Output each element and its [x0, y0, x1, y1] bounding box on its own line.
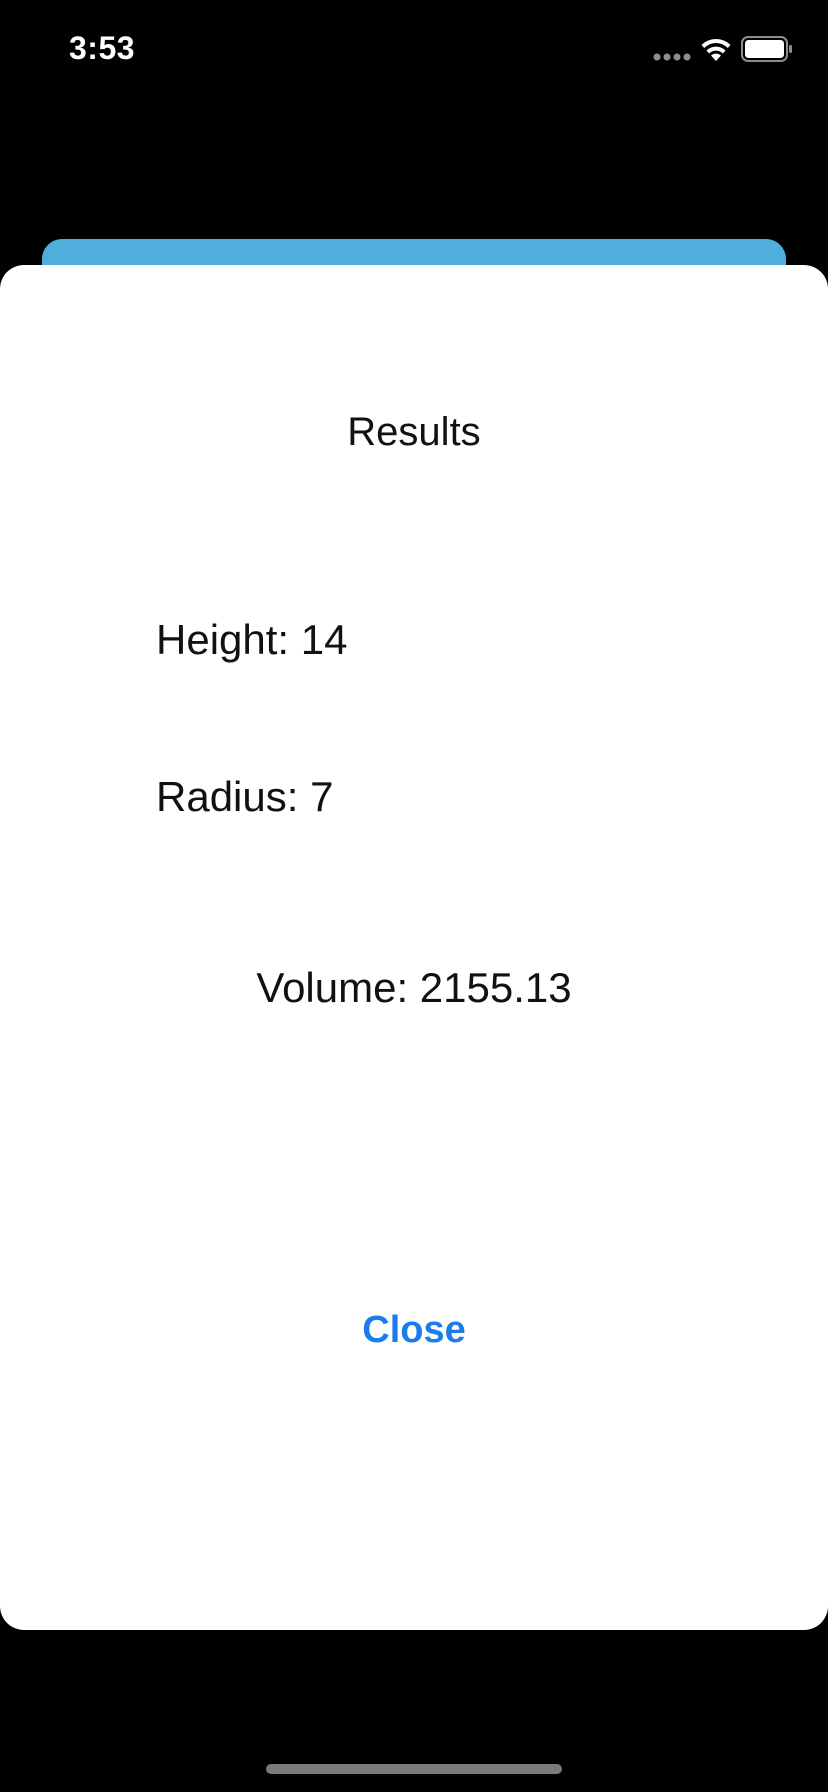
sheet-title: Results — [347, 410, 481, 454]
wifi-icon — [701, 38, 731, 61]
home-indicator[interactable] — [266, 1764, 562, 1774]
screen: 3:53 Results Height: 14 Radius: 7 Volume… — [0, 0, 828, 1792]
status-time: 3:53 — [69, 30, 136, 66]
close-button[interactable]: Close — [314, 1295, 514, 1365]
battery-icon — [741, 36, 792, 62]
radius-value: Radius: 7 — [156, 773, 334, 820]
results-sheet: Results Height: 14 Radius: 7 Volume: 215… — [0, 265, 828, 1630]
volume-value: Volume: 2155.13 — [256, 964, 572, 1011]
height-value: Height: 14 — [156, 616, 348, 663]
cellular-dots-icon — [653, 53, 691, 61]
